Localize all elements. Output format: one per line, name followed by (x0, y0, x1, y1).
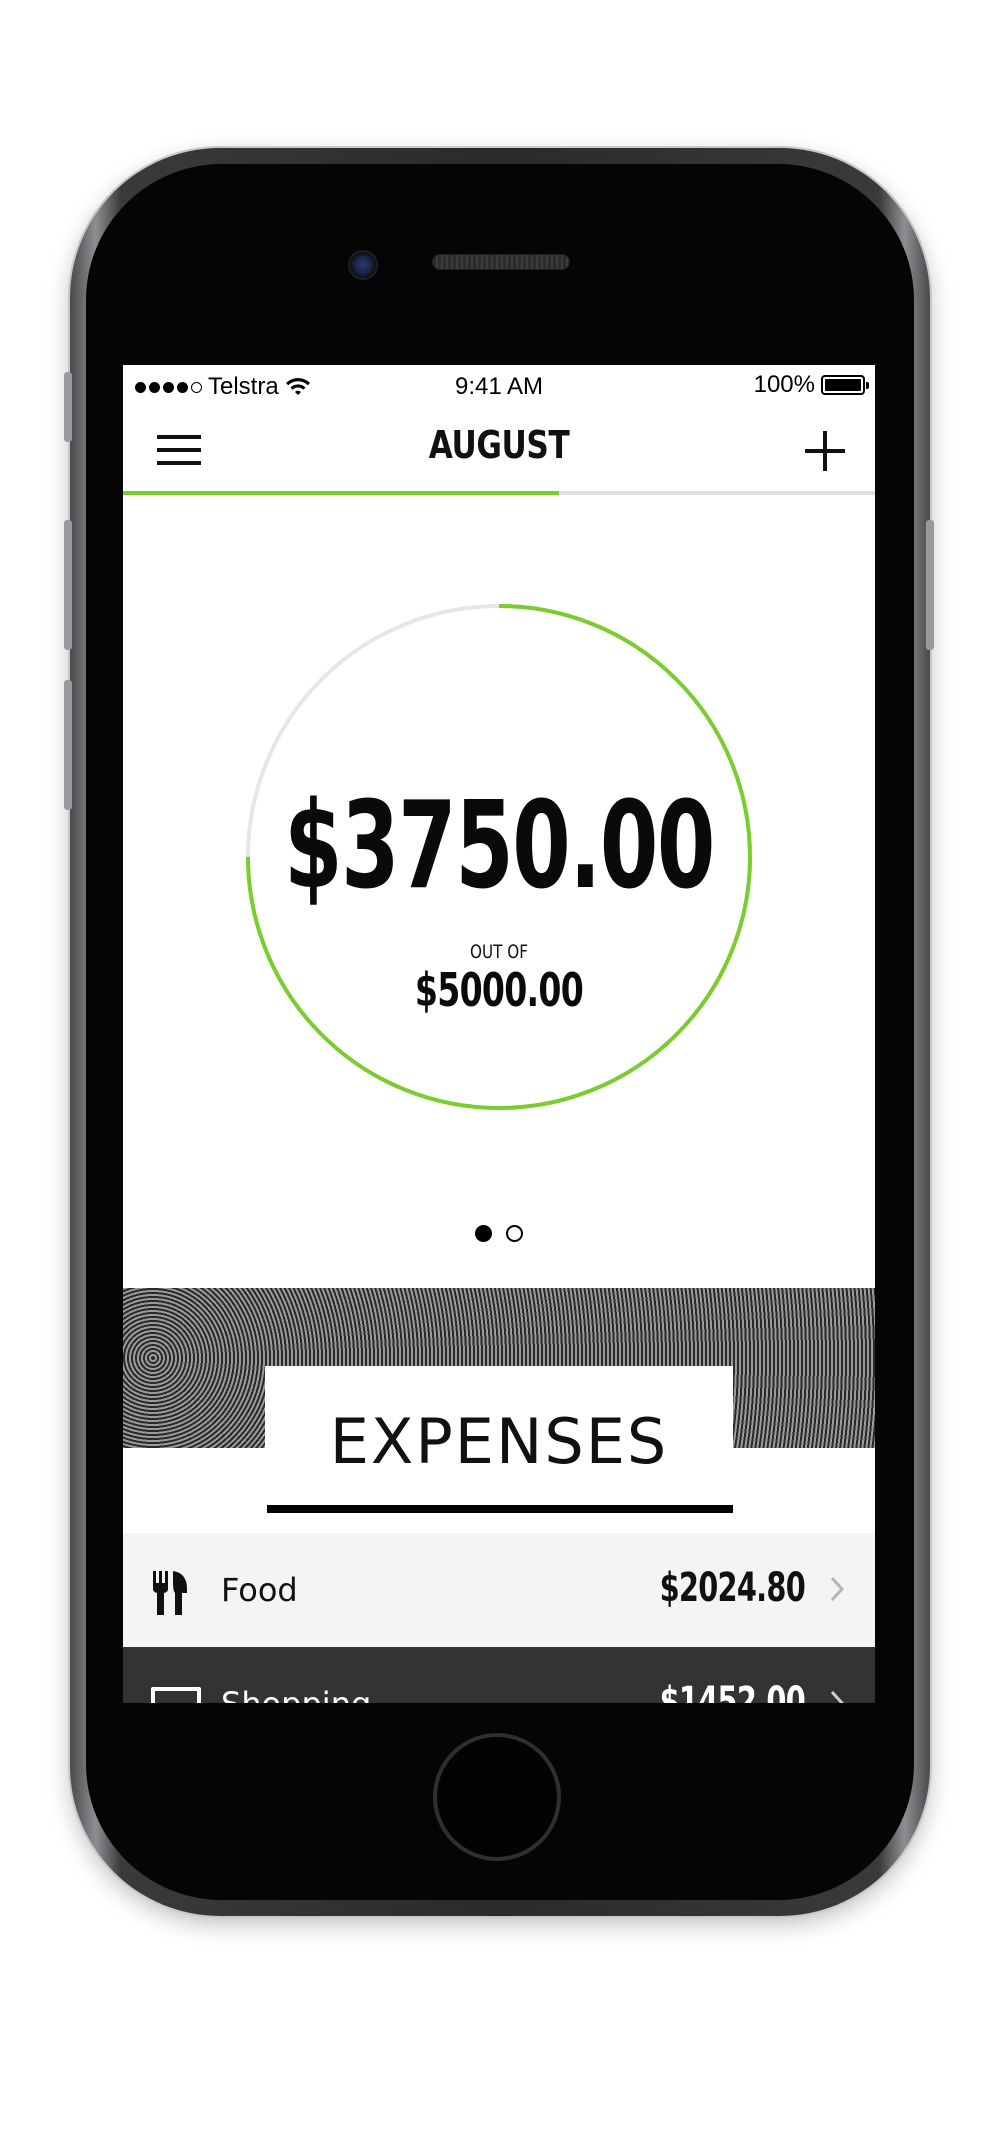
app-screen: Telstra 9:41 AM 100% AUGUST $3750.00 OUT… (123, 365, 875, 1703)
battery-icon (821, 375, 869, 395)
battery-percent: 100% (753, 371, 815, 398)
spent-amount: $3750.00 (284, 777, 715, 916)
mute-switch (64, 372, 72, 442)
expense-row-shopping[interactable]: Shopping $1452.00 (123, 1647, 875, 1703)
month-progress-fill (123, 491, 560, 495)
front-camera-icon (348, 250, 378, 280)
page-dot[interactable] (506, 1225, 523, 1242)
fork-knife-icon (153, 1571, 187, 1615)
expense-label: Food (221, 1571, 298, 1609)
budget-total: $5000.00 (414, 963, 584, 1017)
page-dot[interactable] (475, 1225, 492, 1242)
month-title: AUGUST (428, 423, 570, 467)
month-progress-bar (123, 491, 875, 495)
chevron-right-icon (830, 1690, 845, 1703)
volume-down-button (64, 680, 72, 810)
nav-bar: AUGUST (123, 405, 875, 493)
volume-up-button (64, 520, 72, 650)
expenses-underline (267, 1505, 733, 1513)
earpiece-speaker (432, 254, 570, 270)
status-right: 100% (753, 371, 869, 399)
page-indicator[interactable] (123, 1225, 875, 1242)
expense-amount: $1452.00 (659, 1679, 806, 1703)
plus-icon[interactable] (805, 431, 845, 471)
expenses-heading: EXPENSES (329, 1405, 669, 1478)
status-bar: Telstra 9:41 AM 100% (123, 365, 875, 405)
home-button[interactable] (433, 1733, 561, 1861)
power-button (926, 520, 934, 650)
laptop-icon (151, 1687, 201, 1703)
expense-amount: $2024.80 (659, 1565, 806, 1611)
expense-label: Shopping (221, 1685, 371, 1703)
out-of-label: OUT OF (470, 941, 528, 963)
expense-row-food[interactable]: Food $2024.80 (123, 1533, 875, 1647)
chevron-right-icon (830, 1576, 845, 1602)
